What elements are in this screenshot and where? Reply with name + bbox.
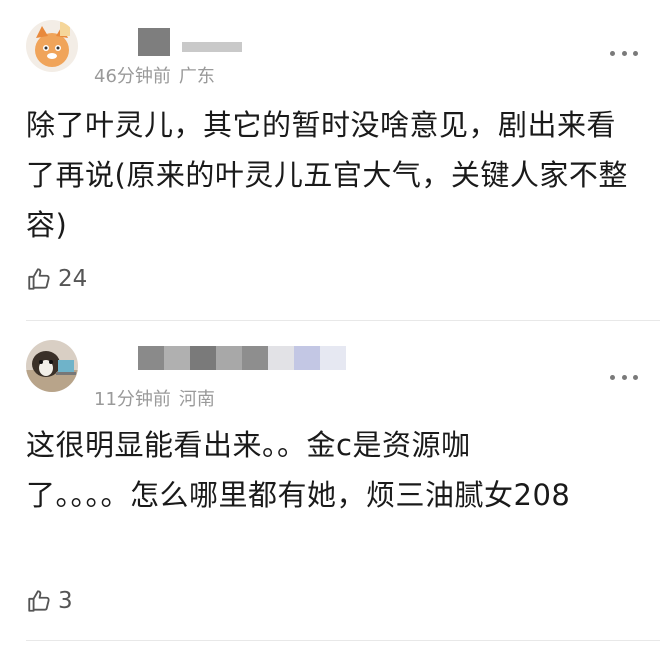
like-count: 3 bbox=[58, 588, 73, 614]
avatar[interactable] bbox=[26, 340, 78, 392]
username-redacted[interactable] bbox=[138, 24, 242, 56]
divider bbox=[26, 640, 660, 641]
like-button[interactable]: 24 bbox=[26, 266, 87, 292]
comment-location: 广东 bbox=[178, 66, 215, 87]
more-dots-icon[interactable] bbox=[610, 372, 638, 382]
more-dots-icon[interactable] bbox=[610, 48, 638, 58]
like-count: 24 bbox=[58, 266, 88, 292]
comment-time: 11分钟前 bbox=[94, 389, 171, 410]
comment-item: 11分钟前 河南 这很明显能看出来。。金c是资源咖了。。。。怎么哪里都有她，烦三油… bbox=[0, 320, 660, 646]
comment-text: 这很明显能看出来。。金c是资源咖了。。。。怎么哪里都有她，烦三油腻女208 bbox=[26, 428, 571, 512]
comment-time: 46分钟前 bbox=[94, 66, 171, 87]
comment-meta: 11分钟前 河南 bbox=[94, 385, 215, 411]
thumbs-up-icon bbox=[28, 590, 50, 612]
comment-location: 河南 bbox=[178, 389, 215, 410]
comment-meta: 46分钟前 广东 bbox=[94, 62, 215, 88]
username-redacted[interactable] bbox=[138, 346, 346, 370]
like-button[interactable]: 3 bbox=[26, 588, 73, 614]
comment-item: 46分钟前 广东 除了叶灵儿，其它的暂时没啥意见，剧出来看了再说(原来的叶灵儿五官… bbox=[0, 0, 660, 320]
thumbs-up-icon bbox=[28, 268, 50, 290]
avatar[interactable] bbox=[26, 20, 78, 72]
comment-text: 除了叶灵儿，其它的暂时没啥意见，剧出来看了再说(原来的叶灵儿五官大气，关键人家不… bbox=[26, 108, 628, 242]
